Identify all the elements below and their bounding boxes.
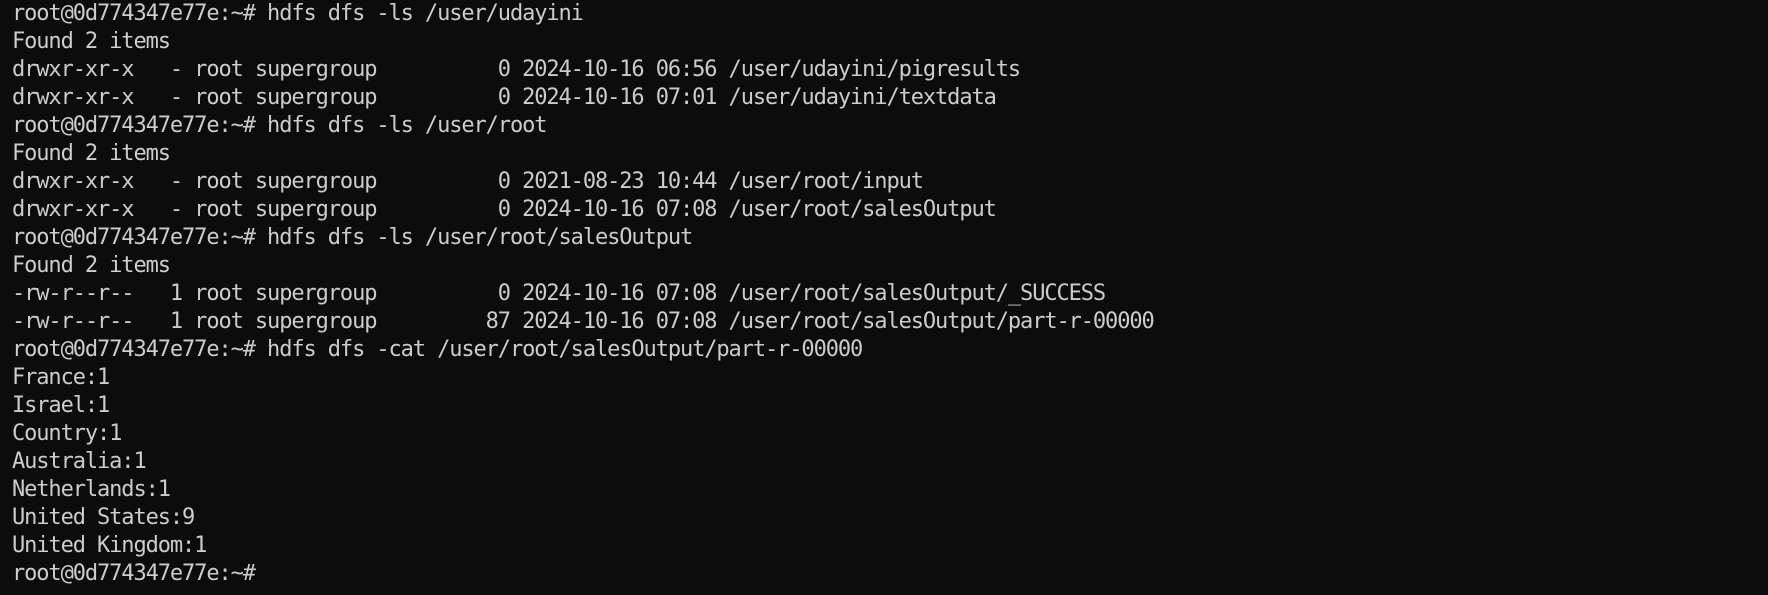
output-line: United States:9	[12, 504, 1768, 532]
prompt-text: root@0d774347e77e:~#	[12, 561, 268, 586]
output-line: Australia:1	[12, 448, 1768, 476]
output-text: drwxr-xr-x - root supergroup 0 2021-08-2…	[12, 169, 924, 194]
output-line: drwxr-xr-x - root supergroup 0 2021-08-2…	[12, 168, 1768, 196]
output-line: United Kingdom:1	[12, 532, 1768, 560]
output-line: France:1	[12, 364, 1768, 392]
output-line: drwxr-xr-x - root supergroup 0 2024-10-1…	[12, 56, 1768, 84]
output-text: -rw-r--r-- 1 root supergroup 87 2024-10-…	[12, 309, 1155, 334]
command-text: root@0d774347e77e:~# hdfs dfs -ls /user/…	[12, 1, 584, 26]
text-cursor	[267, 563, 271, 585]
output-text: -rw-r--r-- 1 root supergroup 0 2024-10-1…	[12, 281, 1106, 306]
command-text: root@0d774347e77e:~# hdfs dfs -ls /user/…	[12, 225, 693, 250]
output-text: France:1	[12, 365, 110, 390]
output-text: drwxr-xr-x - root supergroup 0 2024-10-1…	[12, 57, 1021, 82]
terminal-window[interactable]: root@0d774347e77e:~# hdfs dfs -ls /user/…	[0, 0, 1768, 595]
output-text: United States:9	[12, 505, 195, 530]
output-text: Found 2 items	[12, 253, 171, 278]
output-text: Country:1	[12, 421, 122, 446]
output-line: drwxr-xr-x - root supergroup 0 2024-10-1…	[12, 196, 1768, 224]
output-text: Found 2 items	[12, 141, 171, 166]
command-text: root@0d774347e77e:~# hdfs dfs -cat /user…	[12, 337, 863, 362]
output-line: -rw-r--r-- 1 root supergroup 0 2024-10-1…	[12, 280, 1768, 308]
output-text: drwxr-xr-x - root supergroup 0 2024-10-1…	[12, 197, 997, 222]
output-text: Found 2 items	[12, 29, 171, 54]
output-line: Israel:1	[12, 392, 1768, 420]
command-text: root@0d774347e77e:~# hdfs dfs -ls /user/…	[12, 113, 547, 138]
output-text: Israel:1	[12, 393, 110, 418]
output-text: United Kingdom:1	[12, 533, 207, 558]
output-line: Found 2 items	[12, 140, 1768, 168]
prompt-line: root@0d774347e77e:~# hdfs dfs -ls /user/…	[12, 112, 1768, 140]
output-text: Netherlands:1	[12, 477, 171, 502]
output-line: Found 2 items	[12, 252, 1768, 280]
prompt-line: root@0d774347e77e:~# hdfs dfs -ls /user/…	[12, 0, 1768, 28]
prompt-line: root@0d774347e77e:~# hdfs dfs -ls /user/…	[12, 224, 1768, 252]
active-prompt-line[interactable]: root@0d774347e77e:~#	[12, 560, 1768, 588]
output-line: -rw-r--r-- 1 root supergroup 87 2024-10-…	[12, 308, 1768, 336]
output-text: Australia:1	[12, 449, 147, 474]
prompt-line: root@0d774347e77e:~# hdfs dfs -cat /user…	[12, 336, 1768, 364]
output-line: drwxr-xr-x - root supergroup 0 2024-10-1…	[12, 84, 1768, 112]
output-line: Country:1	[12, 420, 1768, 448]
output-line: Found 2 items	[12, 28, 1768, 56]
output-line: Netherlands:1	[12, 476, 1768, 504]
terminal-output: root@0d774347e77e:~# hdfs dfs -ls /user/…	[12, 0, 1768, 588]
output-text: drwxr-xr-x - root supergroup 0 2024-10-1…	[12, 85, 997, 110]
